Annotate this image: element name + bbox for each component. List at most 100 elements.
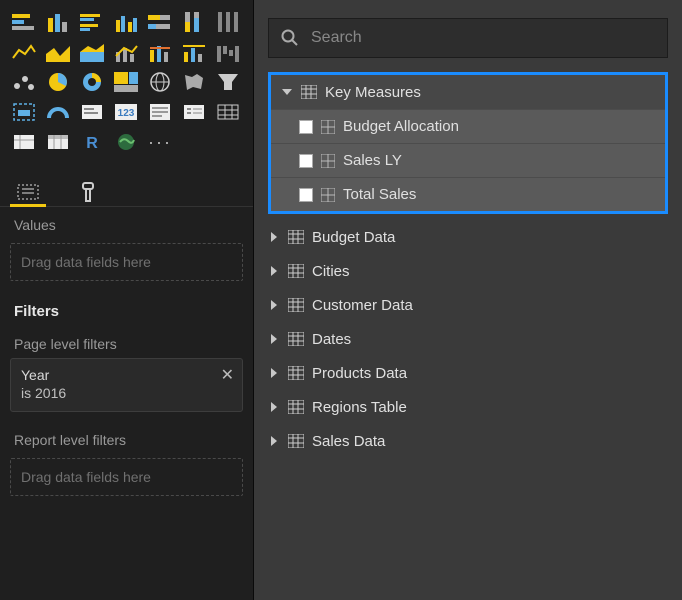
combo-chart-icon[interactable]	[112, 40, 140, 64]
table-regions[interactable]: Regions Table	[258, 390, 682, 424]
search-box[interactable]	[268, 18, 668, 58]
field-sales-ly[interactable]: Sales LY	[271, 143, 665, 177]
table-icon	[301, 85, 317, 99]
pie-icon[interactable]	[44, 70, 72, 94]
area-chart-icon[interactable]	[44, 40, 72, 64]
collapse-icon	[271, 436, 277, 446]
expand-icon	[282, 89, 292, 95]
gauge2-icon[interactable]	[44, 100, 72, 124]
map-icon[interactable]	[146, 70, 174, 94]
table-icon	[288, 298, 304, 312]
gauge-icon[interactable]	[10, 100, 38, 124]
collapse-icon	[271, 368, 277, 378]
table-icon	[288, 332, 304, 346]
field-total-sales[interactable]: Total Sales	[271, 177, 665, 211]
table-customer-data[interactable]: Customer Data	[258, 288, 682, 322]
table-label: Sales Data	[312, 433, 385, 450]
line-chart-icon[interactable]	[10, 40, 38, 64]
clustered-column-icon[interactable]	[112, 10, 140, 34]
field-label: Total Sales	[343, 186, 416, 203]
table-label: Regions Table	[312, 399, 407, 416]
table-label: Dates	[312, 331, 351, 348]
table-cities[interactable]: Cities	[258, 254, 682, 288]
values-dropzone[interactable]: Drag data fields here	[10, 243, 243, 281]
search-input[interactable]	[311, 29, 655, 47]
arcgis-icon[interactable]	[112, 130, 140, 154]
filter-condition: is 2016	[21, 385, 232, 401]
field-checkbox[interactable]	[299, 188, 313, 202]
report-filters-dropzone[interactable]: Drag data fields here	[10, 458, 243, 496]
table-label: Key Measures	[325, 84, 421, 101]
svg-text:123: 123	[118, 108, 135, 119]
table-label: Cities	[312, 263, 350, 280]
table-dates[interactable]: Dates	[258, 322, 682, 356]
table-label: Budget Data	[312, 229, 395, 246]
kpi-icon[interactable]	[146, 100, 174, 124]
stacked-bar-icon[interactable]	[10, 10, 38, 34]
slicer-icon[interactable]	[180, 100, 208, 124]
multi-card-icon[interactable]: 123	[112, 100, 140, 124]
fields-tab-icon[interactable]	[14, 178, 42, 206]
ribbon-chart-icon[interactable]	[146, 40, 174, 64]
clustered-bar-icon[interactable]	[78, 10, 106, 34]
table-icon[interactable]	[214, 100, 242, 124]
pane-tabs	[0, 168, 253, 207]
filter-card-year[interactable]: ✕ Year is 2016	[10, 358, 243, 412]
fields-tree: Key Measures Budget Allocation Sales LY …	[254, 72, 682, 468]
stacked-column-icon[interactable]	[44, 10, 72, 34]
matrix-icon[interactable]	[10, 130, 38, 154]
field-label: Budget Allocation	[343, 118, 459, 135]
table-budget-data[interactable]: Budget Data	[258, 220, 682, 254]
donut-icon[interactable]	[78, 70, 106, 94]
waterfall-icon[interactable]	[214, 40, 242, 64]
table-key-measures[interactable]: Key Measures	[271, 75, 665, 109]
hundred-stacked-bar-icon[interactable]	[146, 10, 174, 34]
measure-icon	[321, 154, 335, 168]
measure-icon	[321, 188, 335, 202]
matrix2-icon[interactable]	[44, 130, 72, 154]
table-icon	[288, 366, 304, 380]
hundred-stacked-column-icon[interactable]	[180, 10, 208, 34]
hundred-stacked-column2-icon[interactable]	[214, 10, 242, 34]
filters-heading: Filters	[0, 293, 253, 326]
table-label: Customer Data	[312, 297, 413, 314]
measure-icon	[321, 120, 335, 134]
field-checkbox[interactable]	[299, 120, 313, 134]
table-icon	[288, 434, 304, 448]
card-icon[interactable]	[78, 100, 106, 124]
scatter-icon[interactable]	[10, 70, 38, 94]
format-tab-icon[interactable]	[72, 178, 100, 206]
filled-map-icon[interactable]	[180, 70, 208, 94]
search-icon	[281, 29, 299, 47]
collapse-icon	[271, 232, 277, 242]
table-icon	[288, 230, 304, 244]
collapse-icon	[271, 402, 277, 412]
key-measures-highlight: Key Measures Budget Allocation Sales LY …	[268, 72, 668, 214]
table-icon	[288, 264, 304, 278]
svg-text:R: R	[86, 135, 98, 152]
values-label: Values	[0, 207, 253, 239]
combo-chart2-icon[interactable]	[180, 40, 208, 64]
treemap-icon[interactable]	[112, 70, 140, 94]
table-label: Products Data	[312, 365, 407, 382]
table-sales-data[interactable]: Sales Data	[258, 424, 682, 458]
remove-filter-icon[interactable]: ✕	[221, 365, 234, 385]
field-label: Sales LY	[343, 152, 402, 169]
table-icon	[288, 400, 304, 414]
fields-pane: Key Measures Budget Allocation Sales LY …	[254, 0, 682, 600]
viz-palette: 123 R ···	[0, 0, 253, 168]
field-checkbox[interactable]	[299, 154, 313, 168]
page-filters-label: Page level filters	[0, 326, 253, 358]
stacked-area-icon[interactable]	[78, 40, 106, 64]
field-budget-allocation[interactable]: Budget Allocation	[271, 109, 665, 143]
table-products-data[interactable]: Products Data	[258, 356, 682, 390]
visualizations-pane: 123 R ··· Values Drag data fields here F…	[0, 0, 254, 600]
more-visuals-icon[interactable]: ···	[146, 130, 174, 154]
r-visual-icon[interactable]: R	[78, 130, 106, 154]
collapse-icon	[271, 334, 277, 344]
funnel-icon[interactable]	[214, 70, 242, 94]
collapse-icon	[271, 300, 277, 310]
report-filters-label: Report level filters	[0, 422, 253, 454]
collapse-icon	[271, 266, 277, 276]
filter-field: Year	[21, 367, 232, 383]
